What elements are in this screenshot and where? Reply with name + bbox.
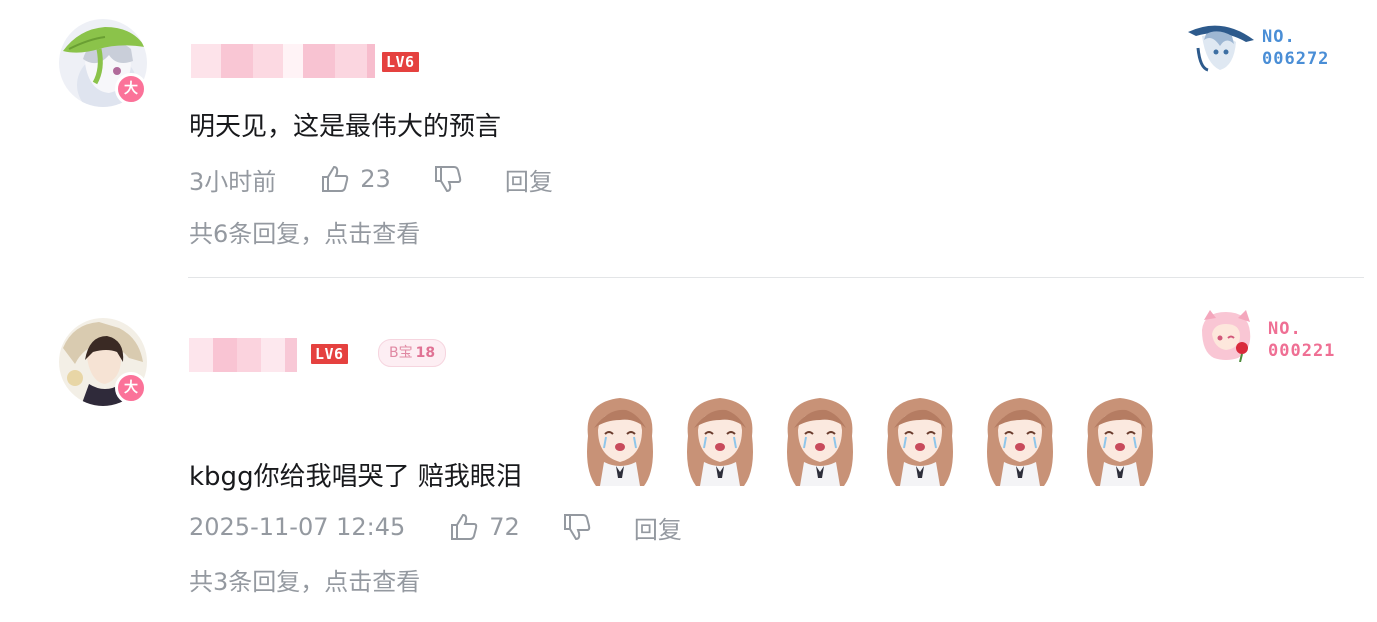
crying-sticker-emoji <box>978 390 1062 490</box>
crying-sticker-emoji <box>678 390 762 490</box>
dislike-button[interactable] <box>562 513 592 541</box>
like-button[interactable]: 72 <box>449 513 520 541</box>
fan-medal-badge[interactable]: B宝 18 <box>378 339 447 367</box>
comment-2: 大 LV6 B宝 18 NO. 000221 kbgg你给我唱哭了 赔我眼泪 20… <box>0 278 1377 622</box>
level-badge: LV6 <box>311 344 348 364</box>
comment-text: kbgg你给我唱哭了 赔我眼泪 <box>189 462 522 492</box>
dislike-button[interactable] <box>433 165 463 193</box>
thumbs-down-icon <box>563 514 591 541</box>
comment-text: 明天见，这是最伟大的预言 <box>189 112 502 142</box>
username-blurred[interactable] <box>189 338 297 372</box>
comment-time: 2025-11-07 12:45 <box>189 513 406 541</box>
crying-sticker-emoji <box>1078 390 1162 490</box>
reply-button[interactable]: 回复 <box>505 162 553 197</box>
card-no-value: 000221 <box>1268 341 1336 361</box>
crying-sticker-emoji <box>778 390 862 490</box>
user-avatar[interactable]: 大 <box>59 318 147 406</box>
crying-sticker-emoji <box>578 390 662 490</box>
user-avatar[interactable]: 大 <box>59 19 147 107</box>
view-replies-link[interactable]: 共6条回复，点击查看 <box>189 214 420 249</box>
comment-actions: 3小时前 23 回复 <box>189 162 553 197</box>
official-badge: 大 <box>115 73 147 105</box>
card-avatar-icon <box>1202 310 1251 362</box>
fan-number-card[interactable]: NO. 000221 <box>1196 308 1335 362</box>
like-count: 72 <box>489 513 520 541</box>
like-count: 23 <box>360 165 391 193</box>
view-replies-link[interactable]: 共3条回复，点击查看 <box>189 562 420 597</box>
card-avatar-icon <box>1188 25 1254 72</box>
username-blurred[interactable] <box>191 44 375 78</box>
card-no-label: NO. <box>1268 319 1302 339</box>
fan-medal-name: B宝 <box>389 345 413 361</box>
thumbs-down-icon <box>434 166 462 193</box>
official-badge: 大 <box>115 372 147 404</box>
like-button[interactable]: 23 <box>320 165 391 193</box>
thumbs-up-icon <box>322 165 349 192</box>
card-no-value: 006272 <box>1262 49 1330 69</box>
level-badge: LV6 <box>382 52 419 72</box>
comment-time: 3小时前 <box>189 167 277 196</box>
crying-sticker-emoji <box>878 390 962 490</box>
fan-number-card[interactable]: NO. 006272 <box>1186 18 1329 72</box>
thumbs-up-icon <box>451 513 478 540</box>
comment-1: 大 LV6 NO. 006272 明天见，这是最伟大的预言 3小时前 23 回复… <box>0 0 1377 277</box>
fan-medal-level: 18 <box>415 345 436 361</box>
reply-button[interactable]: 回复 <box>634 510 682 545</box>
card-no-label: NO. <box>1262 27 1296 47</box>
comment-actions: 2025-11-07 12:45 72 回复 <box>189 510 682 545</box>
